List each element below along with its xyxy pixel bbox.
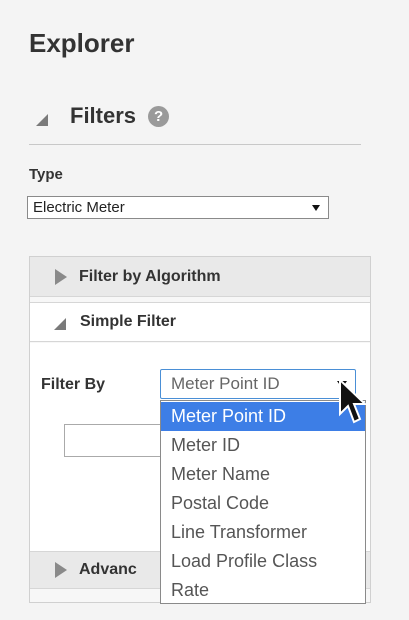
help-icon[interactable]: ? bbox=[148, 105, 170, 127]
accordion-label: Advanc bbox=[79, 561, 137, 578]
dropdown-option[interactable]: Meter Point ID bbox=[161, 402, 365, 431]
accordion-simple-filter[interactable]: Simple Filter bbox=[30, 302, 370, 342]
dropdown-option[interactable]: Meter ID bbox=[161, 431, 365, 460]
type-label: Type bbox=[29, 166, 63, 183]
filter-by-label: Filter By bbox=[41, 376, 106, 393]
filter-by-select[interactable]: Meter Point ID bbox=[160, 369, 356, 399]
dropdown-option[interactable]: Rate bbox=[161, 576, 365, 605]
divider bbox=[29, 144, 361, 145]
page-title: Explorer bbox=[29, 28, 135, 58]
explorer-panel: Explorer Filters ? Type Electric Meter F… bbox=[0, 0, 409, 620]
filters-label: Filters bbox=[70, 103, 137, 128]
accordion-label: Simple Filter bbox=[80, 313, 177, 330]
accordion-label: Filter by Algorithm bbox=[79, 267, 221, 285]
type-select[interactable]: Electric Meter bbox=[27, 196, 329, 219]
filter-by-dropdown-list: Meter Point ID Meter ID Meter Name Posta… bbox=[160, 400, 366, 604]
accordion-filter-by-algorithm[interactable]: Filter by Algorithm bbox=[30, 257, 370, 297]
mouse-pointer-icon bbox=[339, 378, 368, 424]
dropdown-option[interactable]: Load Profile Class bbox=[161, 547, 365, 576]
filter-by-select-value: Meter Point ID bbox=[171, 374, 280, 393]
collapse-triangle-icon[interactable] bbox=[36, 114, 48, 126]
expand-triangle-icon bbox=[55, 268, 67, 285]
expand-triangle-icon bbox=[55, 562, 67, 578]
filter-value-input[interactable] bbox=[64, 424, 164, 457]
filters-header[interactable]: Filters ? bbox=[36, 96, 170, 136]
dropdown-option[interactable]: Meter Name bbox=[161, 460, 365, 489]
dropdown-option[interactable]: Line Transformer bbox=[161, 518, 365, 547]
type-select-value: Electric Meter bbox=[33, 199, 125, 216]
collapse-triangle-icon bbox=[54, 318, 66, 330]
chevron-down-icon bbox=[312, 205, 320, 211]
dropdown-option[interactable]: Postal Code bbox=[161, 489, 365, 518]
